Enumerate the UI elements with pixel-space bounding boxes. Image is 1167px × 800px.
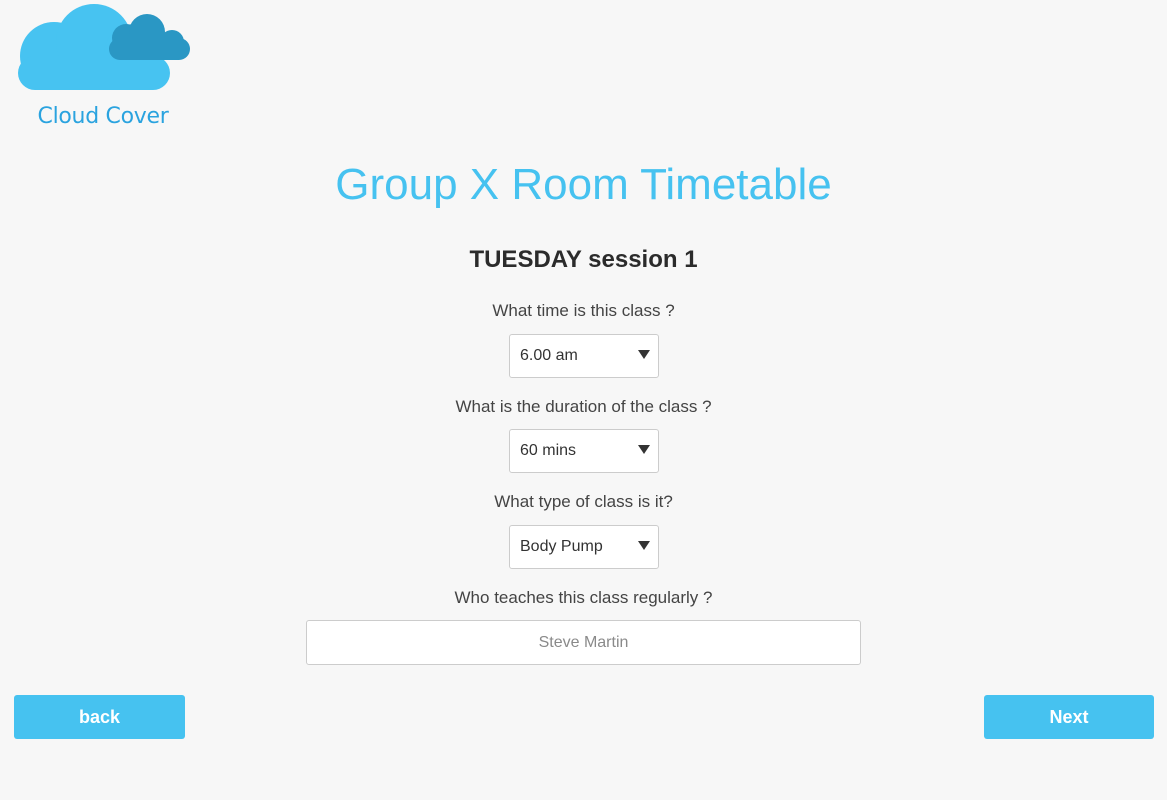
page: Cloud Cover Group X Room Timetable TUESD… — [0, 0, 1167, 800]
type-question-label: What type of class is it? — [494, 492, 673, 511]
teacher-question-label: Who teaches this class regularly ? — [454, 588, 713, 607]
teacher-input[interactable] — [306, 620, 861, 665]
back-button[interactable]: back — [14, 695, 185, 739]
dropdown-arrow-icon — [638, 541, 650, 550]
time-select[interactable]: 6.00 am — [509, 334, 659, 378]
class-type-select-value: Body Pump — [520, 538, 603, 555]
duration-select[interactable]: 60 mins — [509, 429, 659, 473]
cloud-logo-icon — [18, 4, 190, 90]
time-select-value: 6.00 am — [520, 347, 578, 364]
page-title: Group X Room Timetable — [335, 160, 832, 209]
dropdown-arrow-icon — [638, 445, 650, 454]
brand-name: Cloud Cover — [37, 104, 169, 129]
session-heading: TUESDAY session 1 — [469, 246, 698, 273]
cloud-cover-logo: Cloud Cover — [14, 4, 194, 134]
class-type-select[interactable]: Body Pump — [509, 525, 659, 569]
duration-select-value: 60 mins — [520, 442, 577, 459]
next-button[interactable]: Next — [984, 695, 1154, 739]
duration-question-label: What is the duration of the class ? — [455, 397, 712, 416]
dropdown-arrow-icon — [638, 350, 650, 359]
time-question-label: What time is this class ? — [492, 301, 675, 320]
